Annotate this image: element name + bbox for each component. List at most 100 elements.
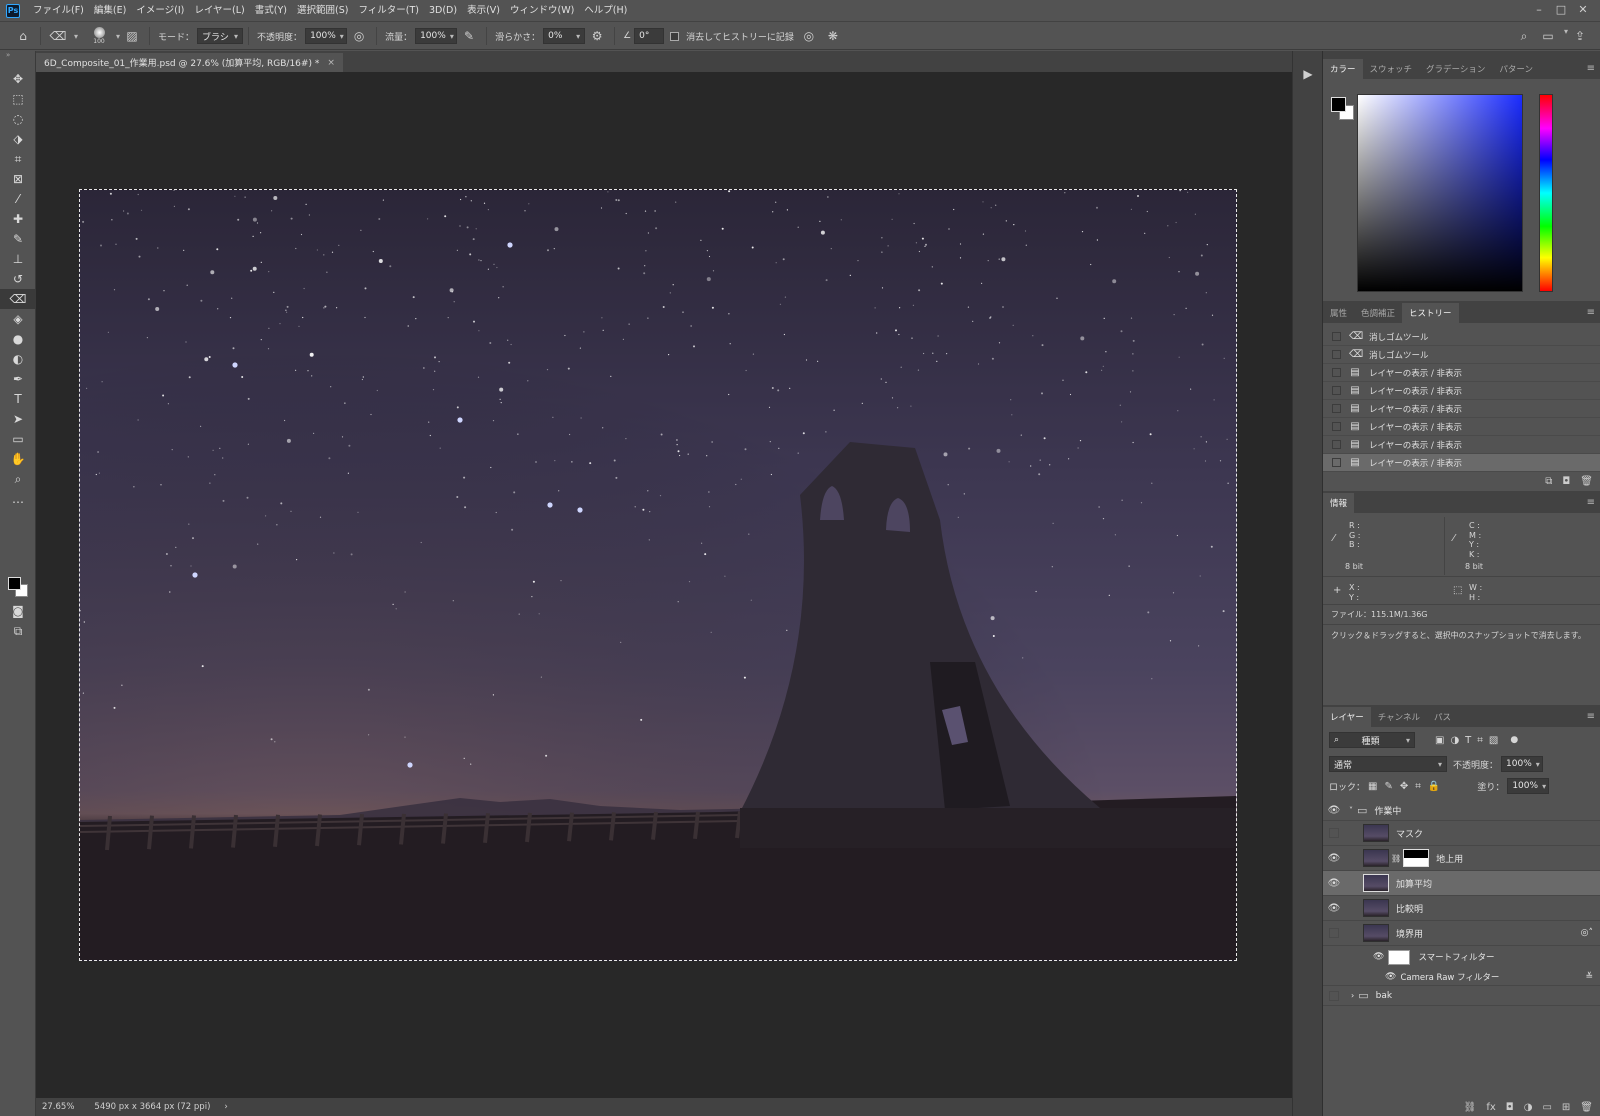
menu-select[interactable]: 選択範囲(S)	[292, 0, 353, 22]
panel-menu-icon[interactable]: ≡	[1587, 307, 1595, 318]
pressure-size-icon[interactable]: ◎	[800, 27, 818, 45]
panel-menu-icon[interactable]: ≡	[1587, 497, 1595, 508]
history-item[interactable]: ▤ レイヤーの表示 / 非表示	[1323, 382, 1600, 400]
object-selection-tool-icon[interactable]: ⬗	[0, 129, 36, 149]
visibility-eye-icon[interactable]: 👁	[1385, 972, 1396, 982]
history-item[interactable]: ▤ レイヤーの表示 / 非表示	[1323, 400, 1600, 418]
toolbar-collapse-icon[interactable]: »	[0, 51, 35, 61]
panel-menu-icon[interactable]: ≡	[1587, 711, 1595, 722]
blend-mode-select[interactable]: 通常 ▾	[1329, 756, 1447, 772]
paint-bucket-tool-icon[interactable]: ◈	[0, 309, 36, 329]
brush-preset-picker[interactable]: 100	[86, 27, 112, 45]
layer-row[interactable]: 👁 ⛓ 地上用	[1323, 846, 1600, 871]
smart-filters-row[interactable]: 👁 スマートフィルター	[1323, 946, 1600, 968]
adjustment-layer-icon[interactable]: ◑	[1524, 1102, 1533, 1113]
status-expand-icon[interactable]: ›	[224, 1102, 227, 1112]
chevron-right-icon[interactable]: ›	[1351, 991, 1354, 1000]
eraser-tool-icon[interactable]: ⌫	[0, 289, 36, 309]
layer-row[interactable]: 👁 比較明	[1323, 896, 1600, 921]
zoom-tool-icon[interactable]: ⌕	[0, 469, 36, 489]
layer-row-selected[interactable]: 👁 加算平均	[1323, 871, 1600, 896]
symmetry-icon[interactable]: ❋	[824, 27, 842, 45]
hand-tool-icon[interactable]: ✋	[0, 449, 36, 469]
airbrush-icon[interactable]: ✎	[460, 27, 478, 45]
delete-layer-trash-icon[interactable]: 🗑	[1580, 1102, 1593, 1113]
layer-mask-thumbnail[interactable]	[1403, 849, 1430, 867]
smoothing-input[interactable]: 0% ▾	[543, 28, 586, 44]
close-tab-icon[interactable]: ×	[327, 58, 335, 68]
layer-row[interactable]: マスク	[1323, 821, 1600, 846]
new-document-from-state-icon[interactable]: ⧉	[1545, 476, 1552, 487]
history-item[interactable]: ⌫ 消しゴムツール	[1323, 346, 1600, 364]
fill-input[interactable]: 100% ▾	[1507, 778, 1550, 794]
visibility-eye-icon[interactable]: 👁	[1323, 903, 1345, 914]
actions-play-icon[interactable]: ▶	[1297, 63, 1319, 85]
snapshot-camera-icon[interactable]: ◘	[1562, 476, 1570, 487]
eraser-tool-preset-icon[interactable]: ⌫	[49, 27, 67, 45]
menu-window[interactable]: ウィンドウ(W)	[505, 0, 579, 22]
flow-input[interactable]: 100% ▾	[415, 28, 458, 44]
eyedropper-tool-icon[interactable]: ⁄	[0, 189, 36, 209]
share-icon[interactable]: ⇪	[1571, 27, 1589, 45]
layer-group-working[interactable]: 👁 ˅ ▭ 作業中	[1323, 801, 1600, 821]
menu-edit[interactable]: 編集(E)	[89, 0, 131, 22]
visibility-off-box[interactable]	[1329, 990, 1339, 1001]
tab-adjustments[interactable]: 色調補正	[1354, 303, 1402, 323]
visibility-eye-icon[interactable]: 👁	[1323, 805, 1345, 816]
delete-trash-icon[interactable]: 🗑	[1580, 476, 1593, 487]
hue-slider[interactable]	[1539, 94, 1553, 292]
menu-type[interactable]: 書式(Y)	[250, 0, 292, 22]
angle-input[interactable]: 0°	[634, 28, 665, 44]
new-layer-icon[interactable]: ⊞	[1562, 1102, 1570, 1113]
new-group-icon[interactable]: ▭	[1542, 1102, 1551, 1113]
smart-filter-mask-thumbnail[interactable]	[1388, 949, 1411, 965]
layer-row[interactable]: 境界用 ◎˄	[1323, 921, 1600, 946]
lock-icons[interactable]: ▦✎✥⌗🔒	[1368, 781, 1447, 792]
document-image[interactable]	[79, 189, 1237, 961]
visibility-off-box[interactable]	[1329, 828, 1339, 838]
color-field[interactable]	[1357, 94, 1523, 292]
zoom-level[interactable]: 27.65%	[42, 1102, 74, 1112]
history-item[interactable]: ⌫ 消しゴムツール	[1323, 328, 1600, 346]
history-item[interactable]: ▤ レイヤーの表示 / 非表示	[1323, 364, 1600, 382]
mode-select[interactable]: ブラシ ▾	[197, 28, 244, 44]
tab-channels[interactable]: チャンネル	[1371, 707, 1427, 727]
history-item[interactable]: ▤ レイヤーの表示 / 非表示	[1323, 436, 1600, 454]
tab-layers[interactable]: レイヤー	[1323, 707, 1371, 727]
layer-style-fx-icon[interactable]: fx	[1486, 1102, 1495, 1113]
visibility-eye-icon[interactable]: 👁	[1373, 952, 1384, 962]
visibility-eye-icon[interactable]: 👁	[1323, 853, 1345, 864]
menu-help[interactable]: ヘルプ(H)	[579, 0, 632, 22]
history-item[interactable]: ▤ レイヤーの表示 / 非表示	[1323, 418, 1600, 436]
menu-view[interactable]: 表示(V)	[462, 0, 505, 22]
document-tab[interactable]: 6D_Composite_01_作業用.psd @ 27.6% (加算平均, R…	[36, 53, 343, 72]
dodge-tool-icon[interactable]: ◐	[0, 349, 36, 369]
menu-image[interactable]: イメージ(I)	[131, 0, 189, 22]
menu-filter[interactable]: フィルター(T)	[353, 0, 424, 22]
brush-tool-icon[interactable]: ✎	[0, 229, 36, 249]
rectangle-tool-icon[interactable]: ▭	[0, 429, 36, 449]
pressure-opacity-icon[interactable]: ◎	[350, 27, 368, 45]
minimize-icon[interactable]: –	[1528, 0, 1550, 18]
home-icon[interactable]: ⌂	[14, 27, 32, 45]
tab-history[interactable]: ヒストリー	[1402, 303, 1459, 323]
tab-swatches[interactable]: スウォッチ	[1363, 59, 1420, 79]
path-selection-tool-icon[interactable]: ➤	[0, 409, 36, 429]
blur-tool-icon[interactable]: ●	[0, 329, 36, 349]
layer-opacity-input[interactable]: 100% ▾	[1501, 756, 1544, 772]
workspace-icon[interactable]: ▭	[1539, 27, 1557, 45]
filter-options-icon[interactable]: ≚	[1585, 972, 1593, 982]
tab-info[interactable]: 情報	[1323, 493, 1355, 513]
visibility-eye-icon[interactable]: 👁	[1323, 878, 1345, 889]
clone-stamp-tool-icon[interactable]: ⊥	[0, 249, 36, 269]
search-icon[interactable]: ⌕	[1515, 27, 1533, 45]
close-icon[interactable]: ✕	[1572, 0, 1594, 18]
opacity-input[interactable]: 100% ▾	[305, 28, 348, 44]
menu-file[interactable]: ファイル(F)	[28, 0, 89, 22]
quick-mask-icon[interactable]: ◙	[0, 601, 36, 621]
panel-menu-icon[interactable]: ≡	[1587, 63, 1595, 74]
layer-filter-select[interactable]: ⌕ 種類 ▾	[1329, 732, 1415, 748]
canvas-area[interactable]	[36, 72, 1292, 1104]
smoothing-options-gear-icon[interactable]: ⚙	[588, 27, 606, 45]
foreground-color-swatch[interactable]	[8, 577, 21, 590]
